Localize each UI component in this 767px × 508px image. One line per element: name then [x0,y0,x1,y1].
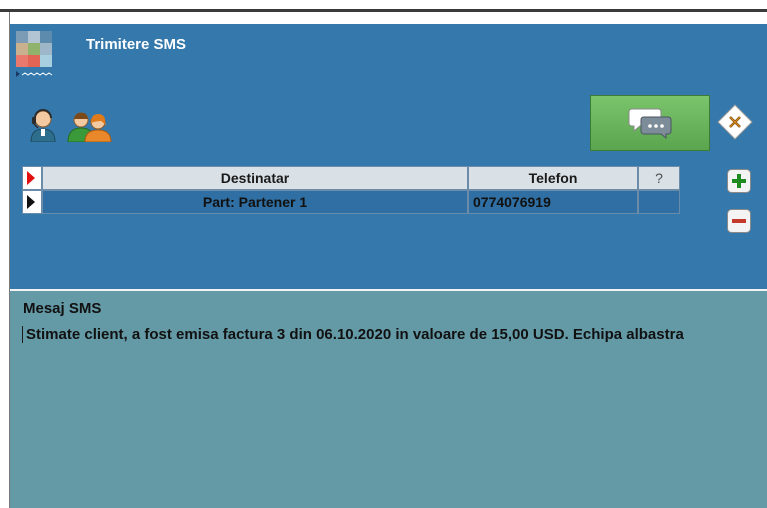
red-pointer-icon [27,171,35,185]
row-indicator[interactable] [22,190,42,214]
main-panel [10,24,767,289]
top-border [0,9,767,12]
column-header-flag[interactable]: ? [638,166,680,190]
person-headset-icon[interactable] [28,108,60,142]
message-textarea[interactable]: Stimate client, a fost emisa factura 3 d… [22,326,756,343]
cell-destinatar[interactable]: Part: Partener 1 [42,190,468,214]
send-sms-button[interactable] [590,95,710,151]
recipients-grid: Destinatar Telefon ? Part: Partener 1 07… [22,166,680,214]
app-logo-dots-icon [16,71,53,77]
plus-icon[interactable] [727,169,751,193]
row-pointer-icon [27,195,35,209]
message-panel [10,289,767,508]
message-label: Mesaj SMS [23,300,102,317]
cell-telefon[interactable]: 0774076919 [468,190,638,214]
app-logo-icon [16,31,52,67]
grid-header: Destinatar Telefon ? [22,166,680,190]
column-header-destinatar[interactable]: Destinatar [42,166,468,190]
group-contacts-icon[interactable] [66,110,114,142]
chat-bubbles-icon [628,108,672,140]
minus-icon[interactable] [727,209,751,233]
cell-flag[interactable] [638,190,680,214]
close-x-icon[interactable] [717,104,753,140]
column-header-telefon[interactable]: Telefon [468,166,638,190]
window-title: Trimitere SMS [86,36,187,53]
table-row[interactable]: Part: Partener 1 0774076919 [22,190,680,214]
header-indicator[interactable] [22,166,42,190]
